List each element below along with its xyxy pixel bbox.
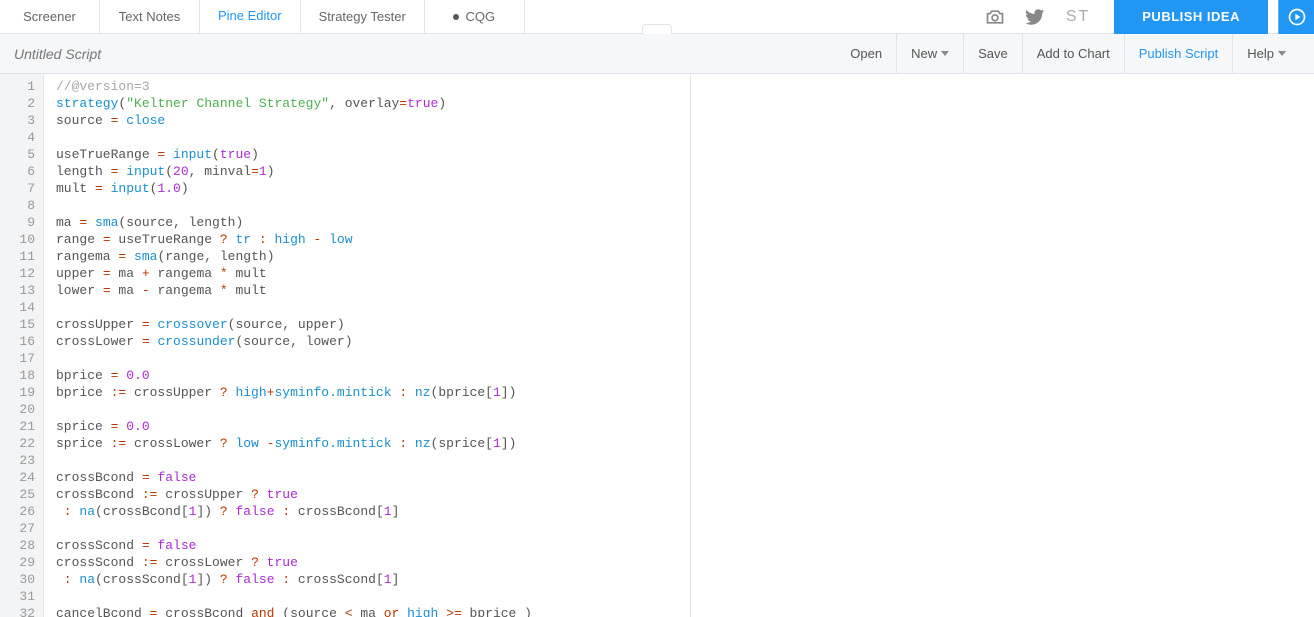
line-number: 7 [4, 180, 35, 197]
line-number: 23 [4, 452, 35, 469]
line-number: 14 [4, 299, 35, 316]
help-button-label: Help [1247, 46, 1274, 61]
bottom-tabs: Screener Text Notes Pine Editor Strategy… [0, 0, 525, 33]
drag-handle-icon[interactable] [642, 24, 672, 34]
code-line[interactable] [56, 197, 1314, 214]
editor-toolbar: Untitled Script Open New Save Add to Cha… [0, 34, 1314, 74]
line-number: 11 [4, 248, 35, 265]
code-line[interactable]: sprice := crossLower ? low -syminfo.mint… [56, 435, 1314, 452]
code-line[interactable]: //@version=3 [56, 78, 1314, 95]
code-line[interactable]: crossScond := crossLower ? true [56, 554, 1314, 571]
line-number: 26 [4, 503, 35, 520]
code-area[interactable]: //@version=3strategy("Keltner Channel St… [44, 74, 1314, 617]
code-line[interactable] [56, 350, 1314, 367]
line-number: 22 [4, 435, 35, 452]
code-line[interactable]: lower = ma - rangema * mult [56, 282, 1314, 299]
code-line[interactable]: rangema = sma(range, length) [56, 248, 1314, 265]
code-line[interactable] [56, 520, 1314, 537]
code-line[interactable]: crossLower = crossunder(source, lower) [56, 333, 1314, 350]
code-line[interactable] [56, 588, 1314, 605]
publish-idea-button[interactable]: PUBLISH IDEA [1114, 0, 1268, 34]
line-number: 5 [4, 146, 35, 163]
tab-cqg[interactable]: CQG [425, 0, 525, 33]
line-number: 27 [4, 520, 35, 537]
code-line[interactable]: upper = ma + rangema * mult [56, 265, 1314, 282]
add-to-chart-button[interactable]: Add to Chart [1022, 34, 1124, 74]
top-actions: ST PUBLISH IDEA [980, 0, 1314, 33]
script-title: Untitled Script [14, 46, 101, 62]
code-line[interactable]: strategy("Keltner Channel Strategy", ove… [56, 95, 1314, 112]
code-line[interactable]: crossUpper = crossover(source, upper) [56, 316, 1314, 333]
line-gutter: 1234567891011121314151617181920212223242… [0, 74, 44, 617]
tab-text-notes[interactable]: Text Notes [100, 0, 200, 33]
code-line[interactable]: range = useTrueRange ? tr : high - low [56, 231, 1314, 248]
line-number: 25 [4, 486, 35, 503]
status-dot-icon [453, 14, 459, 20]
editor-actions: Open New Save Add to Chart Publish Scrip… [836, 34, 1300, 74]
editor-vertical-separator [690, 74, 691, 617]
code-line[interactable] [56, 452, 1314, 469]
line-number: 16 [4, 333, 35, 350]
code-line[interactable]: ma = sma(source, length) [56, 214, 1314, 231]
play-button[interactable] [1278, 0, 1314, 34]
line-number: 6 [4, 163, 35, 180]
save-button[interactable]: Save [963, 34, 1022, 74]
code-line[interactable]: cancelBcond = crossBcond and (source < m… [56, 605, 1314, 617]
tab-pine-editor[interactable]: Pine Editor [200, 0, 301, 33]
line-number: 15 [4, 316, 35, 333]
chevron-down-icon [941, 51, 949, 56]
play-icon [1287, 7, 1307, 27]
line-number: 32 [4, 605, 35, 617]
code-line[interactable]: crossBcond := crossUpper ? true [56, 486, 1314, 503]
chevron-down-icon [1278, 51, 1286, 56]
new-button-label: New [911, 46, 937, 61]
line-number: 28 [4, 537, 35, 554]
code-line[interactable]: source = close [56, 112, 1314, 129]
line-number: 29 [4, 554, 35, 571]
line-number: 10 [4, 231, 35, 248]
line-number: 31 [4, 588, 35, 605]
code-line[interactable]: crossScond = false [56, 537, 1314, 554]
camera-icon [985, 7, 1005, 27]
line-number: 1 [4, 78, 35, 95]
line-number: 4 [4, 129, 35, 146]
tab-cqg-label: CQG [465, 9, 495, 24]
line-number: 2 [4, 95, 35, 112]
line-number: 20 [4, 401, 35, 418]
code-line[interactable] [56, 129, 1314, 146]
code-line[interactable] [56, 401, 1314, 418]
code-line[interactable]: : na(crossScond[1]) ? false : crossScond… [56, 571, 1314, 588]
line-number: 19 [4, 384, 35, 401]
twitter-share-button[interactable] [1020, 0, 1050, 34]
help-button[interactable]: Help [1232, 34, 1300, 74]
tab-strategy-tester[interactable]: Strategy Tester [301, 0, 425, 33]
publish-script-button[interactable]: Publish Script [1124, 34, 1232, 74]
code-line[interactable]: length = input(20, minval=1) [56, 163, 1314, 180]
code-line[interactable]: bprice = 0.0 [56, 367, 1314, 384]
code-line[interactable]: mult = input(1.0) [56, 180, 1314, 197]
line-number: 12 [4, 265, 35, 282]
line-number: 18 [4, 367, 35, 384]
code-editor[interactable]: 1234567891011121314151617181920212223242… [0, 74, 1314, 617]
line-number: 13 [4, 282, 35, 299]
line-number: 9 [4, 214, 35, 231]
tab-screener[interactable]: Screener [0, 0, 100, 33]
user-badge[interactable]: ST [1060, 8, 1096, 26]
line-number: 30 [4, 571, 35, 588]
line-number: 17 [4, 350, 35, 367]
code-line[interactable]: sprice = 0.0 [56, 418, 1314, 435]
new-button[interactable]: New [896, 34, 963, 74]
code-line[interactable]: bprice := crossUpper ? high+syminfo.mint… [56, 384, 1314, 401]
screenshot-button[interactable] [980, 0, 1010, 34]
line-number: 24 [4, 469, 35, 486]
line-number: 3 [4, 112, 35, 129]
twitter-icon [1025, 7, 1045, 27]
code-line[interactable]: : na(crossBcond[1]) ? false : crossBcond… [56, 503, 1314, 520]
line-number: 21 [4, 418, 35, 435]
code-line[interactable]: useTrueRange = input(true) [56, 146, 1314, 163]
line-number: 8 [4, 197, 35, 214]
code-line[interactable] [56, 299, 1314, 316]
code-line[interactable]: crossBcond = false [56, 469, 1314, 486]
open-button[interactable]: Open [836, 34, 896, 74]
